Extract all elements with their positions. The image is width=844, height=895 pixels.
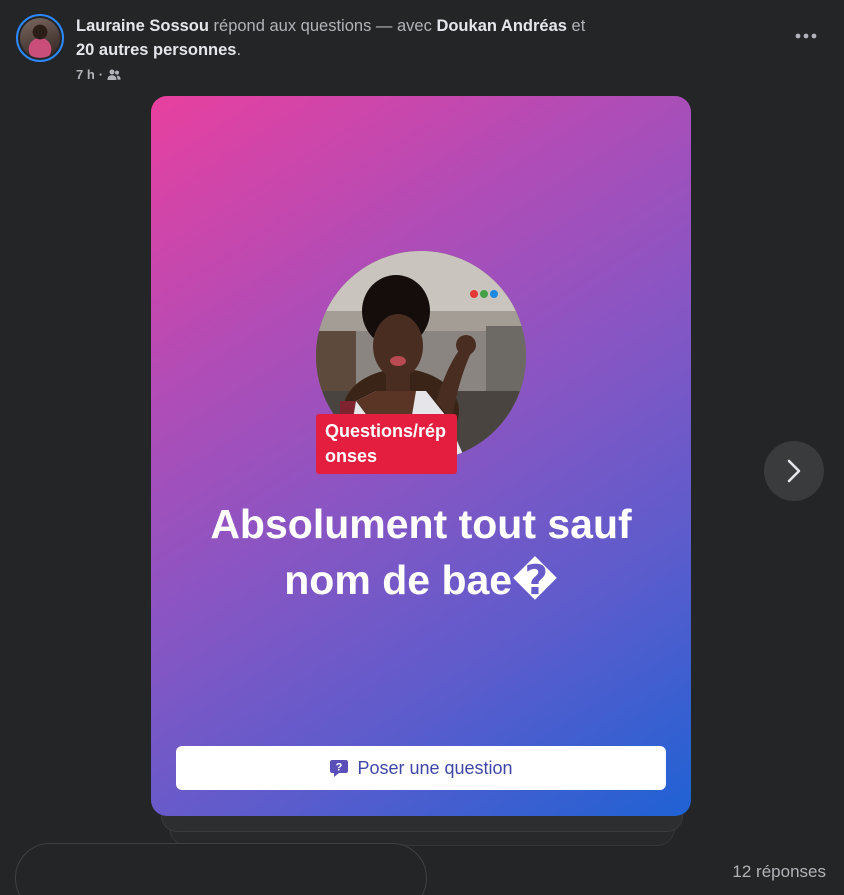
more-options-icon [795,33,817,39]
reply-input[interactable] [15,843,427,895]
chevron-right-icon [787,459,801,483]
question-bubble-icon: ? [330,760,349,777]
svg-text:?: ? [336,762,343,774]
meta-separator: · [98,67,104,82]
author-name[interactable]: Lauraine Sossou [76,17,209,35]
ask-question-label: Poser une question [357,757,513,778]
period-text: . [236,41,242,59]
post-meta: 7 h · [76,67,121,82]
story-post: Lauraine Sossou répond aux questions — a… [0,0,844,895]
post-time[interactable]: 7 h [76,67,95,82]
conjunction-text: et [566,17,586,35]
author-avatar[interactable] [16,14,64,62]
avatar-image [20,18,60,58]
qa-badge: Questions/réponses [316,414,457,474]
tagged-person[interactable]: Doukan Andréas [436,17,567,35]
ask-question-button[interactable]: ? Poser une question [176,746,666,790]
question-text: Absolument tout sauf nom de bae� [210,501,632,603]
next-card-button[interactable] [764,441,824,501]
post-header: Lauraine Sossou répond aux questions — a… [76,14,716,62]
others-link[interactable]: 20 autres personnes [76,41,237,59]
action-text: répond aux questions — avec [208,17,437,35]
question-card[interactable]: Questions/réponses Absolument tout sauf … [151,96,691,816]
friends-icon[interactable] [107,69,121,81]
more-options-button[interactable] [788,24,824,48]
replies-count[interactable]: 12 réponses [732,862,826,882]
